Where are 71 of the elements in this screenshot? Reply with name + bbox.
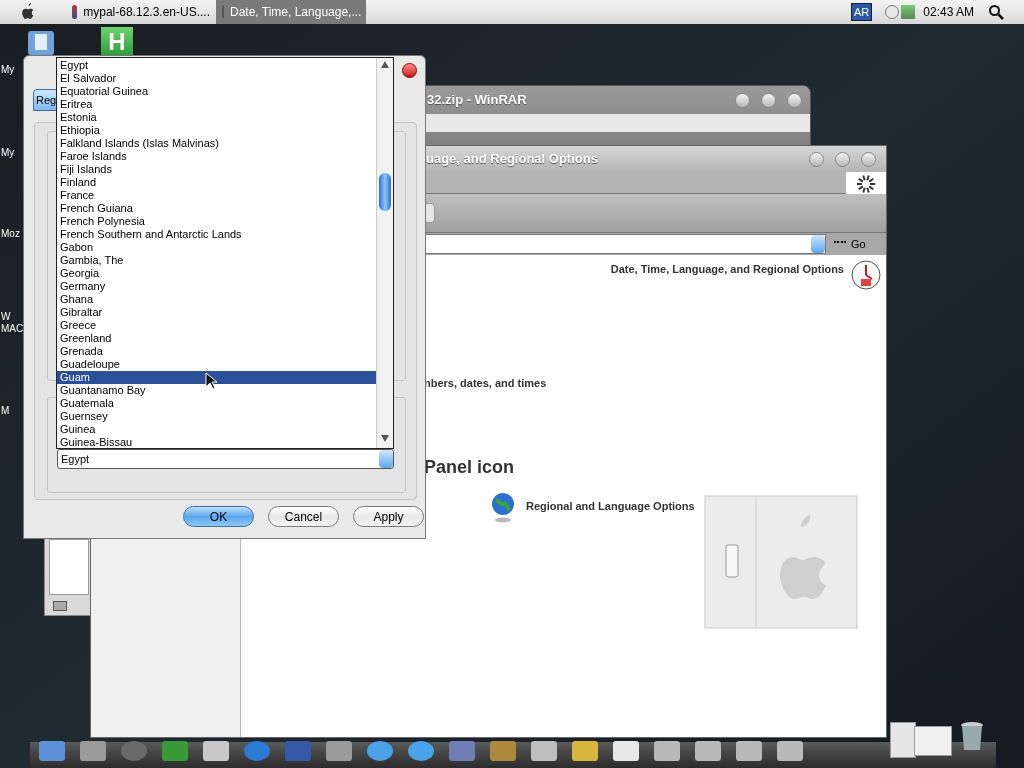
window-button[interactable] — [735, 92, 750, 108]
dropdown-option[interactable]: Gibraltar — [57, 306, 376, 319]
dropdown-option[interactable]: Estonia — [57, 111, 376, 124]
window-button[interactable] — [787, 92, 802, 108]
dropdown-option[interactable]: Gabon — [57, 241, 376, 254]
dialog-button[interactable]: Cancel — [268, 506, 339, 527]
close-button[interactable] — [402, 63, 417, 78]
clock-icon — [850, 259, 882, 291]
window-title: uage, and Regional Options — [426, 150, 598, 169]
scroll-up-icon[interactable] — [381, 61, 389, 68]
dropdown-option[interactable]: Egypt — [57, 59, 376, 72]
taskbar-button[interactable]: Date, Time, Language,... — [216, 0, 366, 24]
dropdown-option[interactable]: Finland — [57, 176, 376, 189]
page-header: Date, Time, Language, and Regional Options — [610, 262, 844, 277]
dropdown-option[interactable]: Guernsey — [57, 410, 376, 423]
dropdown-option[interactable]: Falkland Islands (Islas Malvinas) — [57, 137, 376, 150]
clock-text[interactable]: 02:43 AM — [923, 3, 974, 21]
window-button[interactable] — [861, 151, 876, 167]
country-select[interactable]: Egypt — [57, 449, 394, 469]
dialog-button[interactable]: Apply — [353, 506, 424, 527]
desktop-icon-label[interactable]: My — [1, 145, 15, 160]
dropdown-option[interactable]: Grenada — [57, 345, 376, 358]
input-language-badge[interactable]: AR — [851, 3, 873, 21]
dropdown-option[interactable]: French Polynesia — [57, 215, 376, 228]
dropdown-option[interactable]: Ghana — [57, 293, 376, 306]
taskbar-button[interactable]: mypal-68.12.3.en-US.... — [66, 0, 216, 24]
select-value: Egypt — [60, 451, 91, 467]
desktop-icon-label[interactable]: MAC — [1, 321, 24, 336]
scroll-thumb[interactable] — [379, 173, 391, 211]
desktop-icon-label[interactable]: W — [1, 309, 11, 324]
window-title: 32.zip - WinRAR — [427, 91, 527, 110]
window-button[interactable] — [835, 151, 850, 167]
control-panel-link[interactable]: Regional and Language Options — [526, 498, 695, 515]
dropdown-option[interactable]: Guantanamo Bay — [57, 384, 376, 397]
dropdown-option[interactable]: Equatorial Guinea — [57, 85, 376, 98]
window-button[interactable] — [761, 92, 776, 108]
dropdown-option[interactable]: Guinea-Bissau — [57, 436, 376, 449]
dropdown-option[interactable]: Fiji Islands — [57, 163, 376, 176]
dropdown-option[interactable]: El Salvador — [57, 72, 376, 85]
dropdown-option[interactable]: Greenland — [57, 332, 376, 345]
dropdown-option[interactable]: Georgia — [57, 267, 376, 280]
dropdown-option[interactable]: Ethiopia — [57, 124, 376, 137]
search-icon[interactable] — [988, 4, 1004, 20]
dropdown-option[interactable]: Guadeloupe — [57, 358, 376, 371]
mouse-cursor-icon — [205, 372, 217, 390]
dropdown-option[interactable]: Eritrea — [57, 98, 376, 111]
scroll-down-icon[interactable] — [381, 435, 389, 442]
section-heading: Panel icon — [424, 455, 516, 479]
trash-icon[interactable] — [960, 721, 984, 751]
dropdown-option[interactable]: Faroe Islands — [57, 150, 376, 163]
dropdown-option[interactable]: Guatemala — [57, 397, 376, 410]
dropdown-option[interactable]: French Guiana — [57, 202, 376, 215]
desktop-icon-label[interactable]: M — [1, 403, 10, 418]
dropdown-option[interactable]: French Southern and Antarctic Lands — [57, 228, 376, 241]
select-arrows-icon — [379, 450, 393, 468]
window-thumbnail[interactable] — [890, 722, 916, 758]
apple-menu-icon — [20, 3, 36, 21]
go-button[interactable]: Go — [834, 235, 866, 253]
dropdown-option[interactable]: Gambia, The — [57, 254, 376, 267]
dialog-button[interactable]: OK — [183, 506, 254, 527]
loading-spinner-icon — [846, 172, 886, 196]
dropdown-option[interactable]: Germany — [57, 280, 376, 293]
window-thumbnail[interactable] — [914, 726, 952, 756]
desktop-icon-label[interactable]: My — [1, 62, 15, 77]
desktop-icon-label[interactable]: Moz — [1, 226, 20, 241]
window-button[interactable] — [809, 151, 824, 167]
dropdown-option[interactable]: Guam — [57, 371, 376, 384]
scrollbar[interactable] — [376, 58, 393, 448]
dropdown-option[interactable]: Greece — [57, 319, 376, 332]
dropdown-option[interactable]: France — [57, 189, 376, 202]
dropdown-option[interactable]: Guinea — [57, 423, 376, 436]
